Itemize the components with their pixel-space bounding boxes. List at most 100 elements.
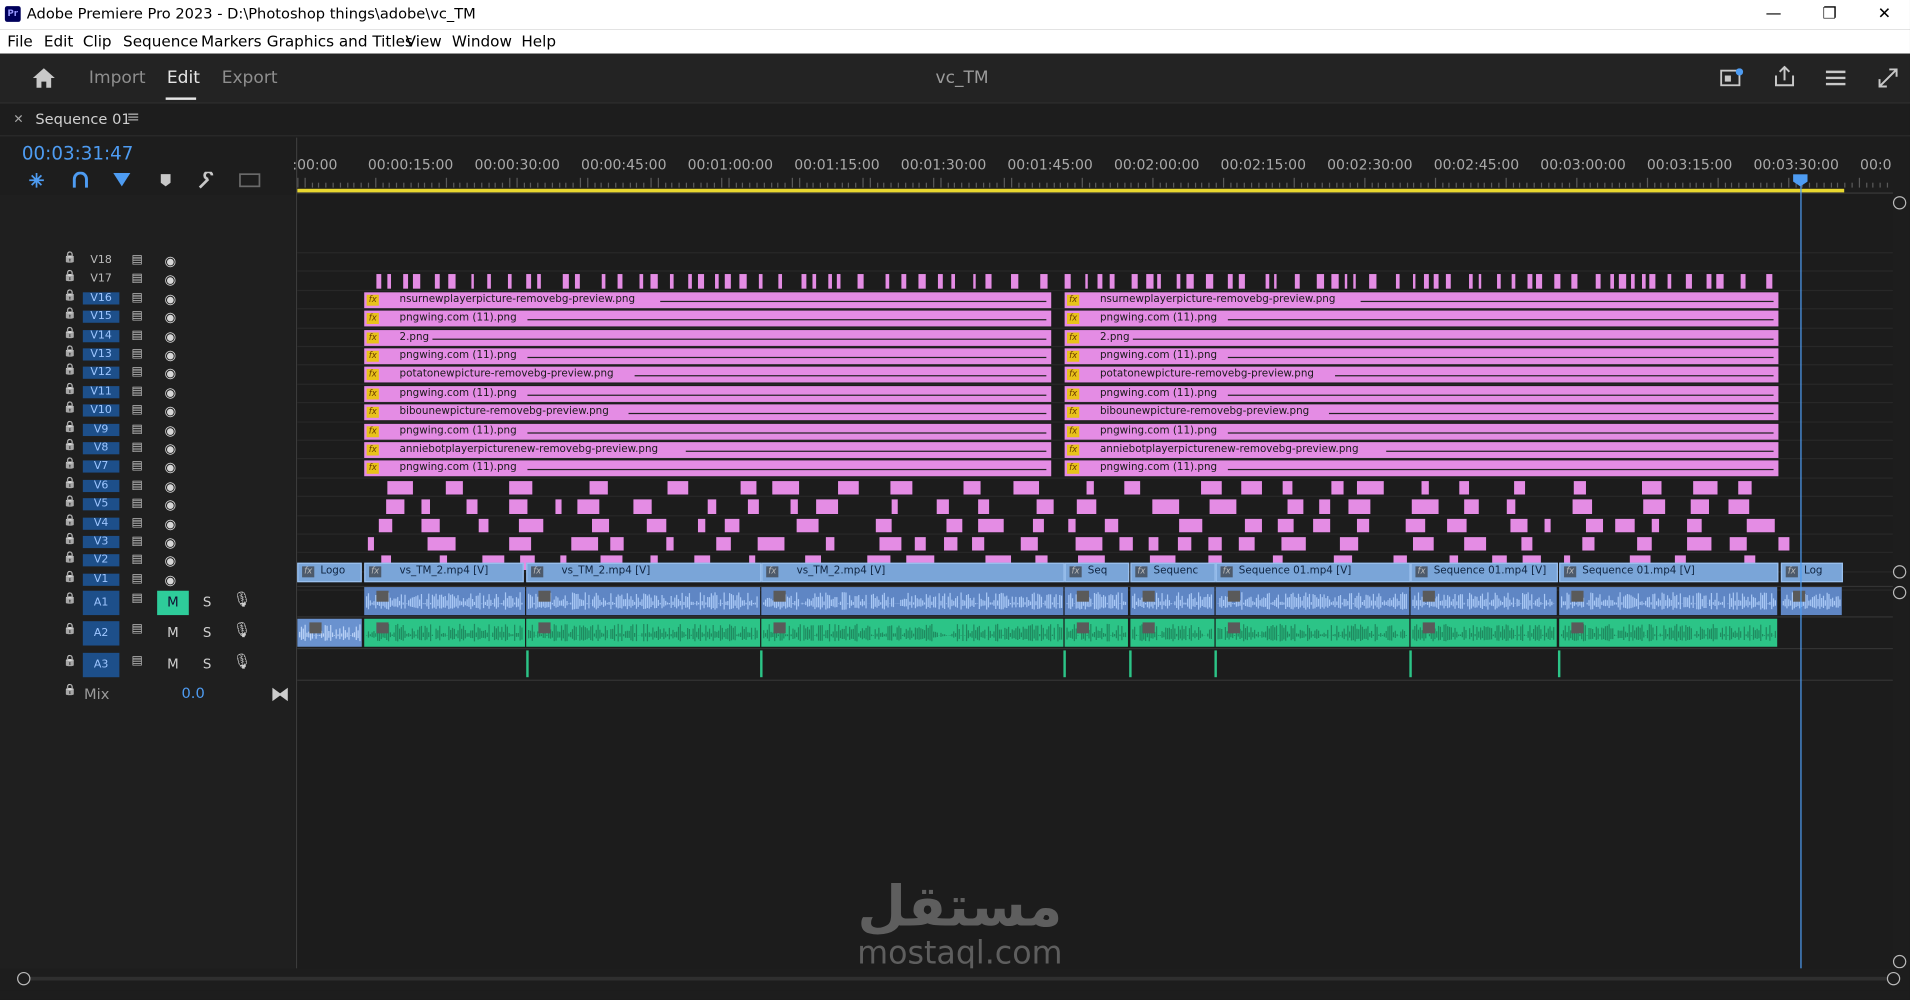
audio-clip-a1[interactable] — [1410, 587, 1557, 616]
eye-icon[interactable]: ◉ — [164, 497, 176, 513]
eye-icon[interactable]: ◉ — [164, 328, 176, 344]
lock-icon[interactable]: 🔒 — [63, 552, 77, 564]
eye-icon[interactable]: ◉ — [164, 553, 176, 569]
track-name[interactable]: V2 — [82, 554, 120, 567]
lock-icon[interactable]: 🔒 — [63, 308, 77, 320]
track-name[interactable]: A2 — [82, 621, 120, 646]
eye-icon[interactable]: ◉ — [164, 441, 176, 457]
workspace-icon[interactable] — [1825, 68, 1847, 87]
track-name[interactable]: V9 — [82, 423, 120, 436]
audio-clip-a1[interactable] — [526, 587, 761, 616]
menu-help[interactable]: Help — [521, 32, 556, 50]
sync-lock-icon[interactable]: ▤ — [132, 291, 144, 304]
mic-icon[interactable]: 🎙 — [233, 653, 252, 670]
mute-button[interactable]: M — [157, 590, 189, 616]
track-name[interactable]: V3 — [82, 535, 120, 549]
track-name[interactable]: V8 — [82, 442, 120, 455]
audio-clip-a2[interactable] — [526, 618, 761, 647]
menu-window[interactable]: Window — [452, 32, 512, 50]
sync-lock-icon[interactable]: ▤ — [132, 592, 144, 605]
lock-icon[interactable]: 🔒 — [63, 383, 77, 395]
audio-clip-a2[interactable] — [297, 618, 362, 647]
snap-icon[interactable] — [71, 171, 90, 189]
panel-menu-icon[interactable]: ≡ — [127, 108, 140, 126]
track-name[interactable]: A3 — [82, 652, 120, 678]
eye-icon[interactable]: ◉ — [164, 366, 176, 382]
track-name[interactable]: V16 — [82, 292, 120, 305]
track-name[interactable]: V12 — [82, 367, 120, 380]
lock-icon[interactable]: 🔒 — [63, 458, 77, 470]
lock-icon[interactable]: 🔒 — [63, 421, 77, 433]
track-name[interactable]: V15 — [82, 310, 120, 323]
lock-icon[interactable]: 🔒 — [63, 271, 77, 283]
close-panel-icon[interactable]: ✕ — [13, 113, 23, 126]
lock-icon[interactable]: 🔒 — [63, 496, 77, 508]
eye-icon[interactable]: ◉ — [164, 460, 176, 476]
maximize-button[interactable]: ❐ — [1802, 0, 1858, 29]
solo-button[interactable]: S — [199, 625, 216, 641]
solo-button[interactable]: S — [199, 594, 216, 610]
close-button[interactable]: ✕ — [1856, 0, 1910, 29]
scroll-handle-video[interactable] — [1892, 565, 1907, 579]
audio-clip-a1[interactable] — [1064, 587, 1128, 616]
linked-selection-icon[interactable] — [112, 171, 131, 189]
solo-button[interactable]: S — [199, 657, 216, 673]
audio-transition-marker[interactable] — [526, 650, 529, 678]
track-name[interactable]: V7 — [82, 460, 120, 474]
horizontal-scrollbar[interactable] — [0, 968, 1910, 991]
lock-icon[interactable]: 🔒 — [63, 402, 77, 414]
audio-clip-a1[interactable] — [1215, 587, 1410, 616]
sync-lock-icon[interactable]: ▤ — [132, 441, 144, 454]
sync-lock-icon[interactable]: ▤ — [132, 478, 144, 491]
menu-sequence[interactable]: Sequence — [123, 32, 198, 50]
audio-transition-marker[interactable] — [1063, 650, 1066, 678]
audio-transition-marker[interactable] — [1409, 650, 1412, 678]
scroll-handle-audio[interactable] — [1892, 585, 1907, 600]
eye-icon[interactable]: ◉ — [164, 272, 176, 288]
audio-clip-a2[interactable] — [1410, 618, 1557, 647]
playhead-timecode[interactable]: 00:03:31:47 — [22, 143, 133, 165]
eye-icon[interactable]: ◉ — [164, 310, 176, 326]
eye-icon[interactable]: ◉ — [164, 385, 176, 401]
lock-icon[interactable]: 🔒 — [63, 571, 77, 583]
timeline-tracks[interactable]: fx nsurnewplayerpicture-removebg-preview.… — [297, 194, 1893, 975]
track-name[interactable]: V6 — [82, 479, 120, 492]
ripple-icon[interactable] — [27, 172, 46, 189]
audio-clip-a2[interactable] — [761, 618, 1064, 647]
audio-clip-a2[interactable] — [1215, 618, 1410, 647]
lock-icon[interactable]: 🔒 — [63, 365, 77, 377]
audio-clip-a2[interactable] — [1064, 618, 1128, 647]
audio-clip-a2[interactable] — [1130, 618, 1215, 647]
lock-icon[interactable]: 🔒 — [63, 624, 77, 636]
sync-lock-icon[interactable]: ▤ — [132, 422, 144, 435]
menu-markers[interactable]: Markers — [201, 32, 262, 50]
track-name[interactable]: V5 — [82, 498, 120, 511]
sync-lock-icon[interactable]: ▤ — [132, 385, 144, 398]
lock-icon[interactable]: 🔒 — [63, 477, 77, 489]
home-icon[interactable] — [32, 67, 56, 89]
audio-transition-marker[interactable] — [1557, 650, 1561, 678]
audio-clip-a2[interactable] — [1559, 618, 1778, 647]
track-name[interactable]: V18 — [83, 255, 120, 267]
mute-button[interactable]: M — [157, 653, 189, 677]
sync-lock-icon[interactable]: ▤ — [132, 460, 144, 473]
sync-lock-icon[interactable]: ▤ — [132, 328, 144, 341]
lock-icon[interactable]: 🔒 — [63, 515, 77, 527]
audio-clip-a2[interactable] — [364, 618, 526, 647]
audio-transition-marker[interactable] — [760, 650, 763, 678]
track-name[interactable]: V1 — [82, 573, 120, 586]
eye-icon[interactable]: ◉ — [164, 403, 176, 419]
playhead-line[interactable] — [1800, 175, 1802, 975]
eye-icon[interactable]: ◉ — [164, 422, 176, 438]
share-icon[interactable] — [1772, 65, 1796, 88]
eye-icon[interactable]: ◉ — [164, 347, 176, 363]
sync-lock-icon[interactable]: ▤ — [132, 310, 144, 323]
sync-lock-icon[interactable]: ▤ — [132, 553, 144, 566]
audio-clip-a1[interactable] — [1780, 587, 1842, 616]
eye-icon[interactable]: ◉ — [164, 291, 176, 307]
sync-lock-icon[interactable]: ▤ — [132, 347, 144, 360]
sync-lock-icon[interactable]: ▤ — [132, 366, 144, 379]
eye-icon[interactable]: ◉ — [164, 535, 176, 551]
sync-lock-icon[interactable]: ▤ — [132, 654, 144, 667]
vertical-scrollbar[interactable] — [1892, 194, 1910, 975]
